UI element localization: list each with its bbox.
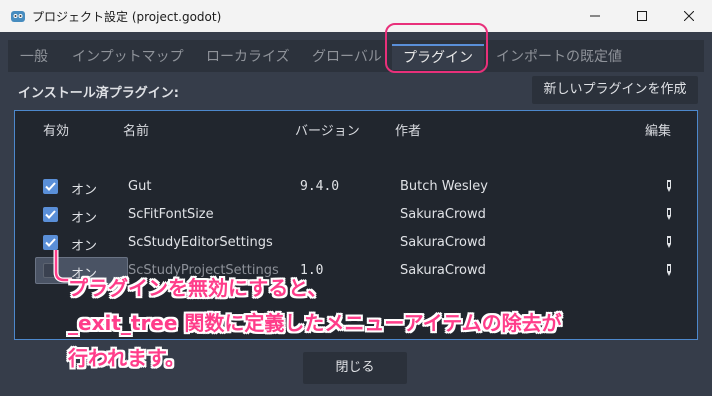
installed-plugins-label: インストール済プラグイン:	[18, 86, 179, 101]
tab-import-defaults[interactable]: インポートの既定値	[496, 44, 622, 70]
edit-icon[interactable]	[665, 235, 673, 250]
column-header-enabled: 有効	[43, 124, 70, 139]
godot-app-icon	[11, 11, 25, 22]
plugins-tab-highlight	[385, 23, 488, 73]
plugin-row[interactable]: オン ScStudyEditorSettings SakuraCrowd	[15, 229, 697, 257]
plugin-name: ScFitFontSize	[128, 207, 214, 222]
annotation-line-1: プラグインを無効にすると、	[68, 276, 328, 300]
window-titlebar: プロジェクト設定 (project.godot)	[0, 0, 712, 32]
plugin-author: SakuraCrowd	[400, 263, 486, 278]
enable-checkbox[interactable]	[43, 207, 58, 222]
window-title: プロジェクト設定 (project.godot)	[32, 10, 222, 24]
plugin-row[interactable]: オン ScFitFontSize SakuraCrowd	[15, 201, 697, 229]
plugin-name: Gut	[128, 179, 152, 194]
plugin-author: SakuraCrowd	[400, 235, 486, 250]
plugin-table: 有効 名前 バージョン 作者 編集 オン Gut 9.4.0 Butch Wes…	[14, 110, 698, 340]
checkmark-icon	[45, 238, 56, 247]
close-dialog-button[interactable]: 閉じる	[303, 352, 407, 384]
plugin-author: SakuraCrowd	[400, 207, 486, 222]
tab-localization[interactable]: ローカライズ	[206, 44, 290, 70]
plugin-author: Butch Wesley	[400, 179, 488, 194]
plugin-status: オン	[71, 239, 98, 254]
enable-checkbox[interactable]	[43, 179, 58, 194]
tab-input-map[interactable]: インプットマップ	[72, 44, 184, 70]
edit-icon[interactable]	[665, 179, 673, 194]
annotation-line-2: _exit_tree 関数に定義したメニューアイテムの除去が	[68, 311, 562, 335]
annotation-line-3: 行われます。	[68, 346, 185, 370]
column-header-edit: 編集	[645, 124, 672, 139]
create-plugin-button[interactable]: 新しいプラグインを作成	[532, 76, 698, 104]
plugin-status: オン	[71, 183, 98, 198]
close-icon	[684, 11, 694, 21]
enable-checkbox[interactable]	[43, 235, 58, 250]
settings-tabbar: 一般 インプットマップ ローカライズ グローバル プラグイン インポートの既定値	[8, 40, 704, 72]
maximize-button[interactable]	[619, 0, 665, 32]
maximize-icon	[637, 11, 647, 21]
edit-icon[interactable]	[665, 263, 673, 278]
plugin-name: ScStudyEditorSettings	[128, 235, 273, 250]
plugin-status: オン	[71, 211, 98, 226]
column-header-author: 作者	[395, 124, 422, 139]
column-header-version: バージョン	[295, 124, 360, 139]
column-header-name: 名前	[123, 124, 150, 139]
checkmark-icon	[45, 182, 56, 191]
minimize-button[interactable]	[572, 0, 618, 32]
tab-globals[interactable]: グローバル	[312, 44, 382, 70]
close-window-button[interactable]	[666, 0, 712, 32]
plugin-version: 9.4.0	[300, 179, 340, 194]
edit-icon[interactable]	[665, 207, 673, 222]
plugin-row[interactable]: オン Gut 9.4.0 Butch Wesley	[15, 173, 697, 201]
checkmark-icon	[45, 210, 56, 219]
minimize-icon	[590, 15, 600, 17]
tab-general[interactable]: 一般	[20, 44, 48, 70]
